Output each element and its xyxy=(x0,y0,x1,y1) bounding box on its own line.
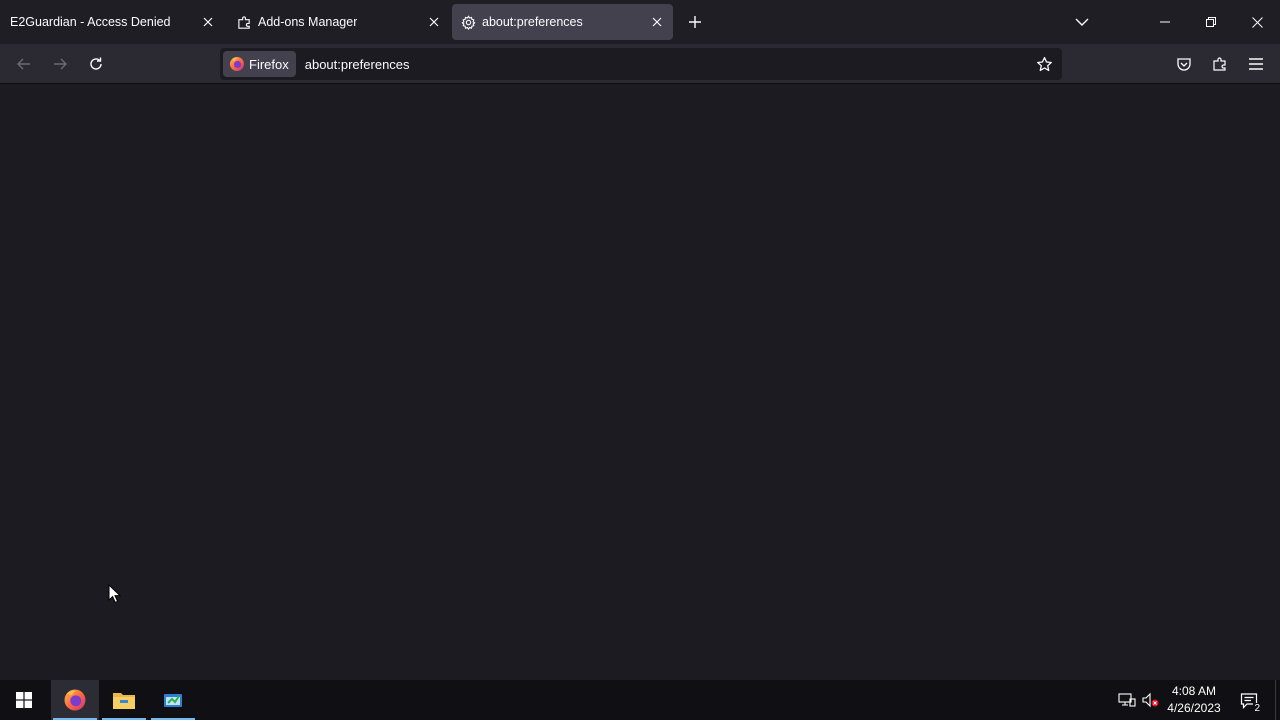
bookmark-star-icon[interactable] xyxy=(1032,52,1056,76)
restore-button[interactable] xyxy=(1188,0,1234,44)
pocket-button[interactable] xyxy=(1168,48,1200,80)
show-desktop-button[interactable] xyxy=(1275,680,1280,720)
identity-label: Firefox xyxy=(249,56,289,72)
identity-box[interactable]: Firefox xyxy=(223,51,296,77)
taskbar-file-explorer[interactable] xyxy=(100,680,148,720)
forward-button[interactable] xyxy=(44,48,76,80)
reload-button[interactable] xyxy=(80,48,112,80)
minimize-button[interactable] xyxy=(1142,0,1188,44)
tab-label: Add-ons Manager xyxy=(258,15,358,29)
close-window-button[interactable] xyxy=(1234,0,1280,44)
volume-muted-icon[interactable] xyxy=(1141,690,1161,710)
tab-strip: E2Guardian - Access Denied Add-ons Manag… xyxy=(0,0,1280,44)
close-icon[interactable] xyxy=(649,14,665,30)
page-content xyxy=(0,85,1280,680)
new-tab-button[interactable] xyxy=(681,8,709,36)
notification-count: 2 xyxy=(1253,703,1261,714)
puzzle-icon xyxy=(236,14,252,30)
tab-about-preferences[interactable]: about:preferences xyxy=(452,4,673,40)
url-text[interactable]: about:preferences xyxy=(305,57,410,72)
mouse-cursor-icon xyxy=(108,583,122,604)
tab-addons-manager[interactable]: Add-ons Manager xyxy=(226,4,450,40)
tab-label: E2Guardian - Access Denied xyxy=(10,15,171,29)
gear-icon xyxy=(460,14,476,30)
back-button[interactable] xyxy=(8,48,40,80)
list-all-tabs-button[interactable] xyxy=(1068,8,1096,36)
firefox-logo-icon xyxy=(229,56,245,72)
firefox-logo-icon xyxy=(63,688,87,712)
tab-label: about:preferences xyxy=(482,15,583,29)
start-button[interactable] xyxy=(0,680,48,720)
taskbar-firefox[interactable] xyxy=(51,680,99,720)
taskbar-app-3[interactable] xyxy=(149,680,197,720)
windows-taskbar: 4:08 AM 4/26/2023 2 xyxy=(0,680,1280,720)
app-window-icon xyxy=(163,691,183,709)
url-bar[interactable]: Firefox about:preferences xyxy=(220,48,1062,80)
app-menu-button[interactable] xyxy=(1240,48,1272,80)
navigation-toolbar: Firefox about:preferences xyxy=(0,44,1280,84)
action-center-button[interactable]: 2 xyxy=(1236,688,1262,714)
system-clock[interactable]: 4:08 AM 4/26/2023 xyxy=(1162,683,1226,717)
clock-time: 4:08 AM xyxy=(1171,684,1217,698)
folder-icon xyxy=(112,690,136,710)
tab-e2guardian[interactable]: E2Guardian - Access Denied xyxy=(0,4,224,40)
extensions-button[interactable] xyxy=(1204,48,1236,80)
close-icon[interactable] xyxy=(200,14,216,30)
network-icon[interactable] xyxy=(1117,690,1137,710)
close-icon[interactable] xyxy=(426,14,442,30)
clock-date: 4/26/2023 xyxy=(1167,701,1221,715)
